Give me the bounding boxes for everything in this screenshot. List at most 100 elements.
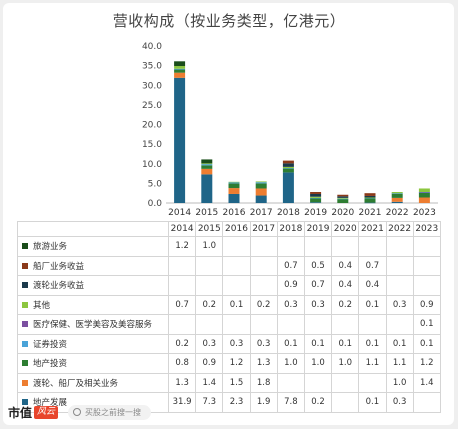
table-cell: 1.8 [249, 372, 278, 393]
table-cell: 0.4 [331, 255, 360, 276]
x-tick-label: 2020 [331, 208, 354, 218]
table-cell: 1.2 [167, 236, 197, 257]
table-cell [167, 255, 197, 276]
bar-segment [282, 163, 294, 167]
table-year-header: 2019 [303, 221, 333, 237]
table-row: 证券投资 0.2 0.3 0.3 0.3 0.1 0.1 0.1 0.1 0.1 0.1 [17, 333, 441, 354]
table-cell: 0.7 [303, 275, 333, 296]
table-year-header: 2023 [412, 221, 441, 237]
legend-swatch [22, 282, 28, 289]
table-cell: 0.5 [303, 255, 333, 276]
bar-segment [201, 164, 213, 166]
table-cell: 1.9 [249, 392, 278, 413]
bar-segment [310, 193, 322, 197]
bar-segment [364, 202, 376, 204]
legend-swatch [22, 243, 28, 250]
bar-segment [418, 197, 430, 203]
legend-swatch [22, 379, 28, 386]
table-cell: 2.3 [222, 392, 251, 413]
table-cell [412, 275, 441, 296]
table-cell: 1.1 [358, 353, 387, 374]
x-tick-label: 2017 [250, 208, 273, 218]
table-year-header: 2017 [249, 221, 278, 237]
bar-segment [337, 196, 349, 198]
series-name: 旅游业务 [33, 242, 68, 253]
table-row: 其他 0.7 0.2 0.1 0.2 0.3 0.3 0.2 0.1 0.3 0.9 [17, 294, 441, 315]
y-tick-label: 0.0 [148, 199, 163, 209]
bar-segment [174, 72, 186, 78]
bar-segment [255, 183, 267, 189]
table-year-header: 2014 [167, 221, 197, 237]
series-name: 地产投资 [33, 359, 68, 370]
table-cell: 0.3 [276, 294, 305, 315]
table-cell [303, 372, 333, 393]
table-year-header: 2016 [222, 221, 251, 237]
chart-plot: 0.0 5.0 10.0 15.0 20.0 25.0 30.0 35.0 40.0 2014 20… [142, 42, 438, 218]
table-cell [222, 255, 251, 276]
table-cell: 0.4 [331, 275, 360, 296]
x-tick-label: 2019 [304, 208, 327, 218]
data-table: 2014 2015 2016 2017 2018 2019 2020 2021 2022 2023… [17, 221, 441, 413]
bar-segment [310, 192, 322, 194]
table-cell [195, 255, 224, 276]
table-cell [167, 275, 197, 296]
table-cell: 0.1 [412, 314, 441, 335]
bar-segment [228, 183, 240, 189]
table-cell: 0.1 [303, 333, 333, 354]
table-year-header: 2015 [195, 221, 224, 237]
series-label: 船厂业务收益 [17, 255, 169, 276]
bar-segment [201, 159, 213, 164]
bar-segment [201, 163, 213, 165]
table-header-row: 2014 2015 2016 2017 2018 2019 2020 2021 2022 2023 [17, 221, 441, 237]
table-cell [412, 255, 441, 276]
table-cell: 0.1 [412, 333, 441, 354]
table-cell: 0.9 [412, 294, 441, 315]
x-tick-label: 2023 [413, 208, 436, 218]
table-cell [195, 275, 224, 296]
series-name: 证券投资 [33, 339, 68, 350]
x-tick-label: 2021 [359, 208, 382, 218]
series-label: 旅游业务 [17, 236, 169, 257]
table-cell [249, 255, 278, 276]
table-cell: 1.3 [167, 372, 197, 393]
table-cell [222, 236, 251, 257]
bar-segment [364, 198, 376, 203]
table-cell [331, 372, 360, 393]
table-cell: 1.5 [222, 372, 251, 393]
table-cell: 0.9 [276, 275, 305, 296]
table-cell [195, 314, 224, 335]
table-cell: 1.0 [303, 353, 333, 374]
bar-segment [228, 188, 240, 194]
legend-swatch [22, 340, 28, 347]
table-cell: 0.1 [358, 333, 387, 354]
table-cell [358, 236, 387, 257]
x-tick-label: 2015 [195, 208, 218, 218]
table-cell [412, 236, 441, 257]
table-cell: 0.7 [167, 294, 197, 315]
bar-segment [418, 192, 430, 193]
table-cell [167, 314, 197, 335]
table-cell: 0.3 [222, 333, 251, 354]
table-row: 地产投资 0.8 0.9 1.2 1.3 1.0 1.0 1.0 1.1 1.1 1.2 [17, 353, 441, 374]
series-label: 渡轮业务收益 [17, 275, 169, 296]
table-cell [331, 236, 360, 257]
bar-segment [391, 193, 403, 194]
y-tick-label: 15.0 [142, 140, 162, 150]
legend-swatch [22, 321, 28, 328]
y-tick-label: 25.0 [142, 101, 162, 111]
x-tick-label: 2022 [386, 208, 409, 218]
search-placeholder: 买股之前搜一搜 [85, 407, 142, 417]
table-cell [358, 314, 387, 335]
legend-swatch [22, 301, 28, 308]
table-corner-cell [17, 221, 169, 237]
table-cell [412, 392, 441, 413]
search-input[interactable]: 买股之前搜一搜 [68, 404, 152, 420]
bar-segment [391, 201, 403, 203]
table-cell: 0.2 [331, 294, 360, 315]
bar-segment [255, 181, 267, 183]
table-cell [249, 314, 278, 335]
table-row: 医疗保健、医学美容及美容服务 0.1 [17, 314, 441, 335]
table-cell: 0.3 [249, 333, 278, 354]
bar-segment [255, 195, 267, 203]
footer: 市值 风云 买股之前搜一搜 [8, 404, 152, 420]
